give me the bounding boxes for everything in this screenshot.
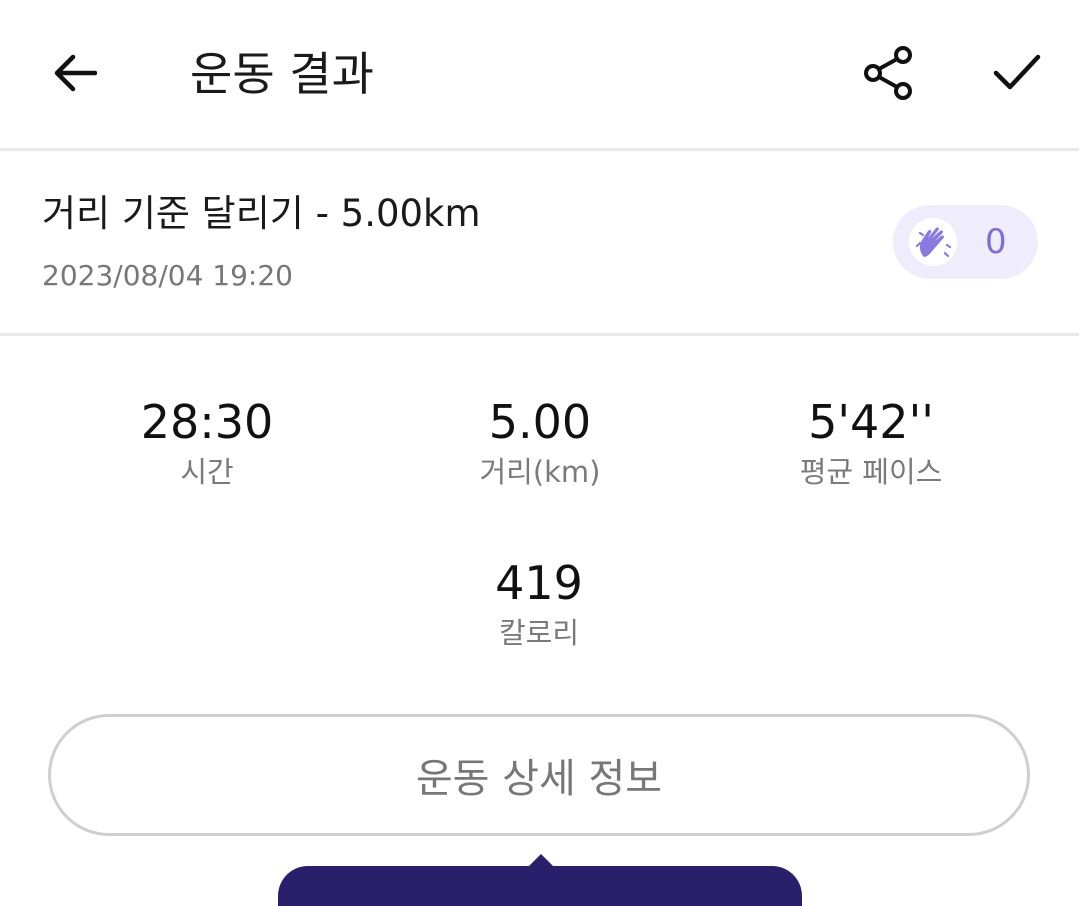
- check-icon: [993, 53, 1041, 97]
- back-button[interactable]: [40, 42, 110, 108]
- stat-pace: 5'42'' 평균 페이스: [721, 392, 1021, 492]
- arrow-left-icon: [53, 53, 98, 97]
- calories-label: 칼로리: [498, 616, 580, 650]
- tooltip-bubble: [278, 866, 802, 906]
- clap-button[interactable]: 0: [893, 205, 1038, 279]
- app-header: 운동 결과: [0, 0, 1079, 151]
- time-value: 28:30: [140, 395, 274, 449]
- clap-count: 0: [985, 222, 1007, 262]
- pace-value: 5'42'': [808, 395, 934, 449]
- clapping-hands-icon: [909, 218, 957, 266]
- time-label: 시간: [180, 455, 234, 489]
- distance-label: 거리(km): [479, 455, 601, 489]
- distance-value: 5.00: [488, 395, 592, 449]
- calories-value: 419: [495, 556, 583, 610]
- confirm-button[interactable]: [980, 40, 1054, 110]
- share-button[interactable]: [852, 40, 926, 110]
- workout-date: 2023/08/04 19:20: [42, 259, 293, 292]
- stat-calories: 419 칼로리: [389, 553, 689, 653]
- stat-time: 28:30 시간: [57, 392, 357, 492]
- workout-info: 거리 기준 달리기 - 5.00km 2023/08/04 19:20 0: [0, 151, 1079, 336]
- page-title: 운동 결과: [190, 47, 374, 101]
- workout-detail-button[interactable]: 운동 상세 정보: [48, 714, 1030, 836]
- pace-label: 평균 페이스: [799, 455, 943, 489]
- share-icon: [863, 45, 915, 105]
- stat-distance: 5.00 거리(km): [390, 392, 690, 492]
- workout-title: 거리 기준 달리기 - 5.00km: [42, 192, 481, 235]
